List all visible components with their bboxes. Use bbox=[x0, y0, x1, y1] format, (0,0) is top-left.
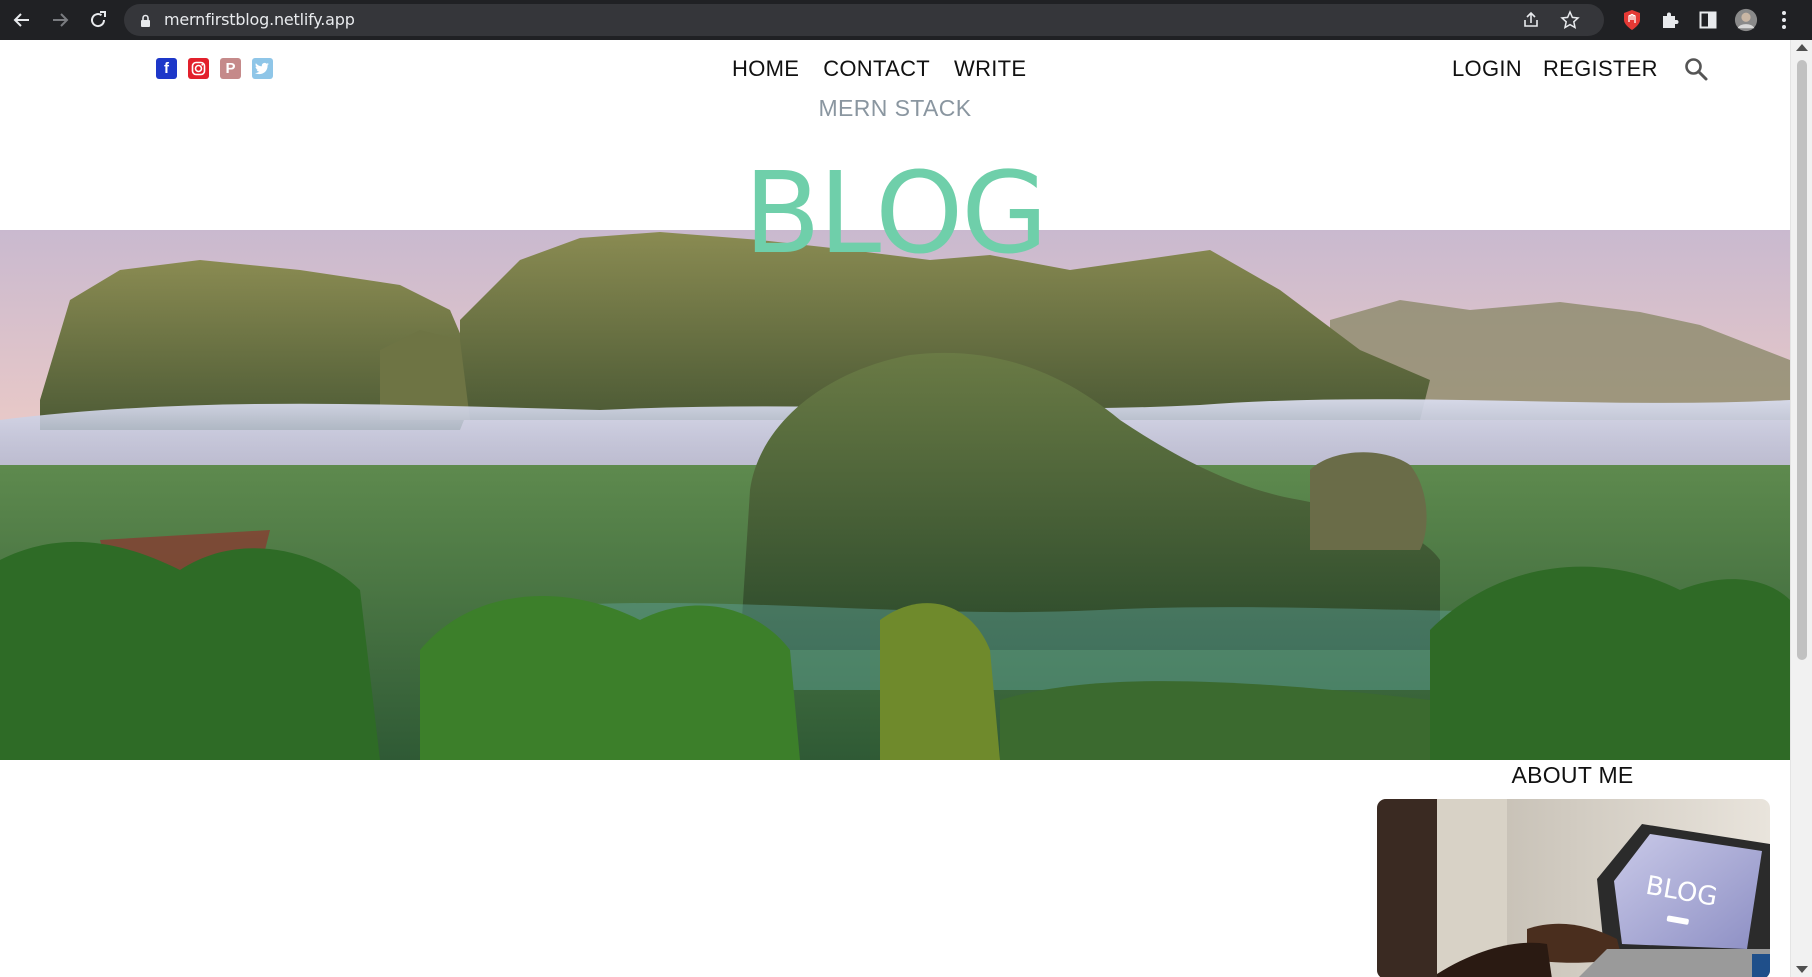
reload-button[interactable] bbox=[86, 8, 110, 32]
star-icon[interactable] bbox=[1560, 10, 1580, 34]
reload-icon bbox=[91, 11, 106, 28]
menu-contact[interactable]: CONTACT bbox=[823, 56, 930, 82]
lock-icon[interactable] bbox=[140, 13, 151, 32]
facebook-icon[interactable]: f bbox=[156, 58, 177, 79]
arrow-right-icon bbox=[53, 13, 69, 27]
url-text[interactable]: mernfirstblog.netlify.app bbox=[164, 10, 355, 29]
scroll-up-icon[interactable] bbox=[1796, 44, 1808, 51]
arrow-left-icon bbox=[13, 13, 29, 27]
back-button[interactable] bbox=[10, 8, 34, 32]
browser-toolbar: mernfirstblog.netlify.app bbox=[0, 0, 1812, 40]
address-bar[interactable]: mernfirstblog.netlify.app bbox=[124, 4, 1604, 36]
header-title: BLOG bbox=[743, 149, 1048, 279]
menu-home[interactable]: HOME bbox=[732, 56, 799, 82]
kebab-menu-icon[interactable] bbox=[1772, 8, 1796, 32]
header-subtitle: MERN STACK bbox=[818, 95, 972, 121]
scroll-down-icon[interactable] bbox=[1796, 966, 1808, 973]
register-link[interactable]: REGISTER bbox=[1543, 56, 1658, 82]
share-icon[interactable] bbox=[1522, 11, 1540, 33]
about-me-image: BLOG bbox=[1377, 799, 1770, 977]
menu-write[interactable]: WRITE bbox=[954, 56, 1026, 82]
red-extension-icon[interactable] bbox=[1620, 8, 1644, 32]
sidepanel-icon[interactable] bbox=[1696, 8, 1720, 32]
social-links: f P bbox=[156, 58, 273, 79]
page-scrollbar[interactable] bbox=[1790, 40, 1812, 977]
main-menu: HOME CONTACT WRITE bbox=[732, 56, 1026, 82]
twitter-icon[interactable] bbox=[252, 58, 273, 79]
forward-button[interactable] bbox=[48, 8, 72, 32]
puzzle-icon[interactable] bbox=[1658, 8, 1682, 32]
login-link[interactable]: LOGIN bbox=[1452, 56, 1522, 82]
search-icon[interactable] bbox=[1683, 56, 1709, 82]
avatar[interactable] bbox=[1734, 8, 1758, 32]
scroll-thumb[interactable] bbox=[1797, 60, 1807, 660]
header-image bbox=[0, 230, 1790, 760]
auth-links: LOGIN REGISTER bbox=[1452, 56, 1709, 82]
pinterest-icon[interactable]: P bbox=[220, 58, 241, 79]
about-me-title: ABOUT ME bbox=[1511, 762, 1634, 788]
page-viewport: f P HOME CONTACT WRITE LOGIN REGISTER ME… bbox=[0, 40, 1790, 977]
instagram-icon[interactable] bbox=[188, 58, 209, 79]
